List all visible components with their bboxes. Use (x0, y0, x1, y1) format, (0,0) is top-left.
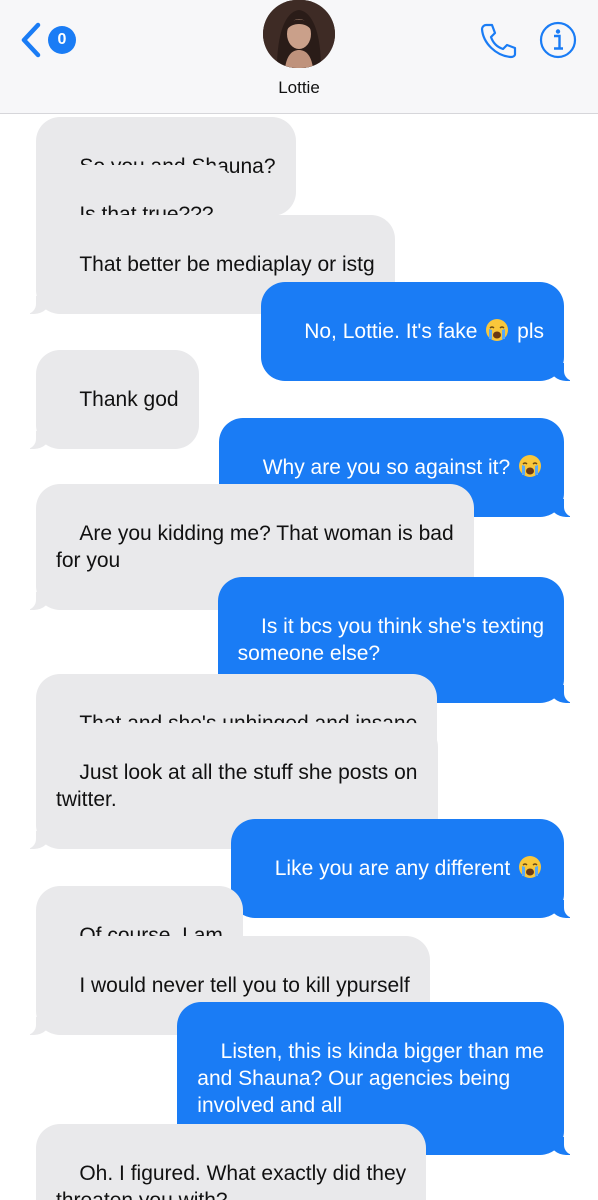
message-incoming[interactable]: Oh. I figured. What exactly did they thr… (36, 1124, 427, 1200)
avatar[interactable] (263, 0, 335, 68)
call-button[interactable] (476, 20, 518, 60)
message-text: I would never tell you to kill ypurself (79, 974, 410, 997)
message-outgoing[interactable]: No, Lottie. It's fake pls (260, 282, 579, 381)
phone-icon (480, 23, 517, 59)
message-incoming[interactable]: Thank god (22, 350, 199, 449)
message-text: pls (511, 320, 544, 343)
message-text: That better be mediaplay or istg (79, 253, 375, 276)
contact-name[interactable]: Lottie (0, 78, 598, 98)
message-thread[interactable]: So you and Shauna? Is that true??? That … (0, 114, 598, 1200)
back-button[interactable]: 0 (16, 20, 76, 60)
message-text: Are you kidding me? That woman is bad fo… (56, 522, 454, 572)
message-text: Just look at all the stuff she posts on … (56, 761, 418, 811)
message-text: Oh. I figured. What exactly did they thr… (56, 1162, 407, 1200)
loudly-crying-face-icon (519, 455, 541, 477)
message-text: Like you are any different (274, 857, 516, 880)
info-icon (539, 21, 577, 59)
message-text: Is it bcs you think she's texting someon… (237, 615, 544, 665)
unread-badge: 0 (48, 26, 76, 54)
message-outgoing[interactable]: Like you are any different (231, 819, 578, 918)
loudly-crying-face-icon (486, 319, 509, 341)
loudly-crying-face-icon (519, 856, 541, 878)
message-text: Listen, this is kinda bigger than me and… (197, 1040, 544, 1117)
message-text: Why are you so against it? (262, 456, 516, 479)
chevron-left-icon (21, 22, 41, 58)
message-text: Thank god (79, 388, 179, 411)
conversation-header: 0 Lottie (0, 0, 598, 114)
info-button[interactable] (538, 20, 578, 60)
message-text: No, Lottie. It's fake (304, 320, 484, 343)
